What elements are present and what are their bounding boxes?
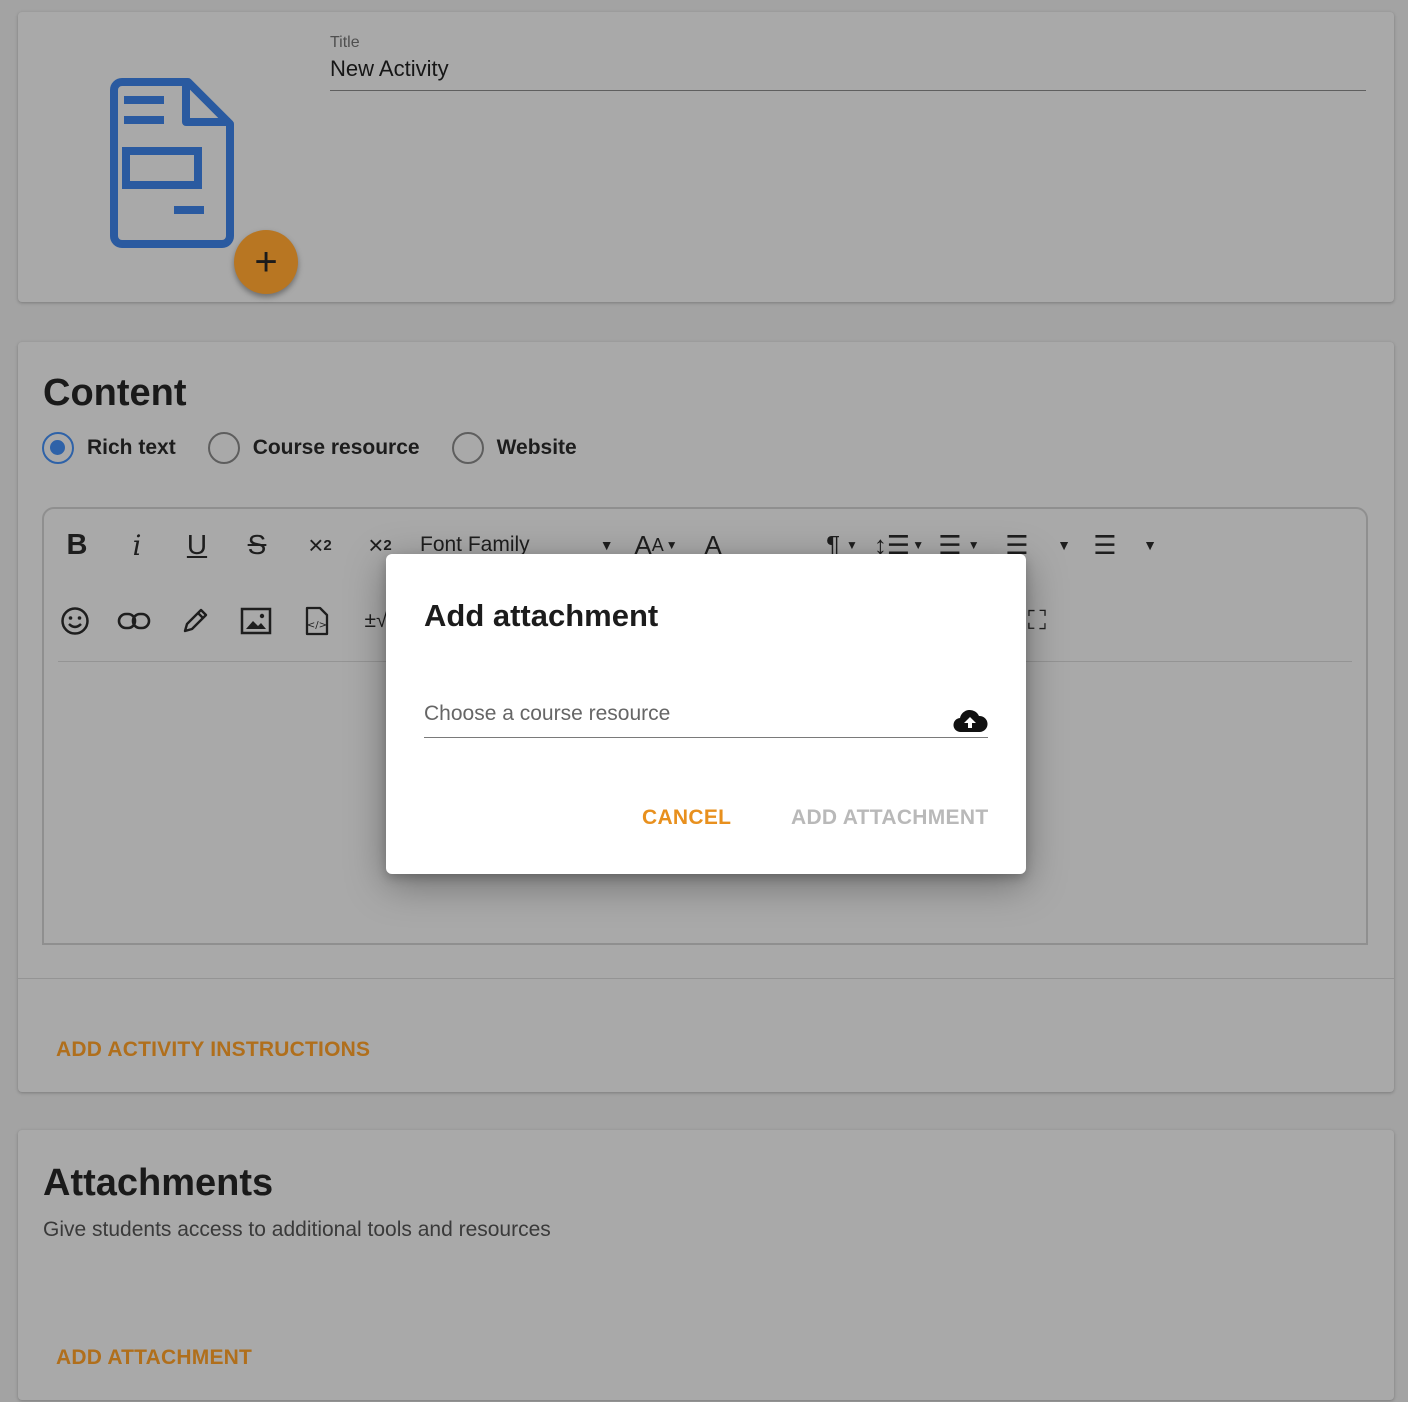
attachments-card: Attachments Give students access to addi… — [18, 1130, 1394, 1400]
dialog-title: Add attachment — [424, 598, 659, 633]
content-heading: Content — [43, 372, 187, 414]
course-resource-input[interactable]: Choose a course resource — [424, 700, 988, 738]
radio-website[interactable]: Website — [451, 432, 577, 464]
radio-label: Rich text — [87, 436, 176, 459]
card-divider — [18, 978, 1394, 979]
radio-unchecked-icon — [207, 432, 240, 464]
radio-checked-icon — [42, 432, 74, 464]
file-code-icon[interactable]: </> — [302, 601, 332, 641]
link-icon[interactable] — [116, 601, 152, 641]
pencil-icon[interactable] — [178, 601, 212, 641]
radio-course-resource[interactable]: Course resource — [207, 432, 420, 464]
attachments-subtitle: Give students access to additional tools… — [43, 1218, 551, 1241]
radio-label: Website — [496, 436, 577, 459]
title-input[interactable]: New Activity — [330, 56, 1366, 91]
plus-icon: + — [254, 240, 278, 284]
confirm-add-attachment-button[interactable]: ADD ATTACHMENT — [791, 806, 988, 830]
fullscreen-icon[interactable]: ⛶ — [1022, 601, 1052, 641]
add-image-button[interactable]: + — [234, 230, 298, 294]
emoji-icon[interactable] — [58, 601, 92, 641]
bold-icon[interactable]: B — [62, 525, 92, 565]
radio-unchecked-icon — [451, 432, 484, 464]
course-resource-placeholder: Choose a course resource — [424, 702, 671, 725]
add-activity-instructions-button[interactable]: ADD ACTIVITY INSTRUCTIONS — [56, 1038, 370, 1062]
subscript-icon[interactable]: × 2 — [302, 525, 338, 565]
chevron-down-icon: ▼ — [599, 537, 614, 553]
attachments-heading: Attachments — [43, 1162, 274, 1204]
add-attachment-button[interactable]: ADD ATTACHMENT — [56, 1346, 252, 1370]
underline-icon[interactable]: U — [182, 525, 212, 565]
add-attachment-dialog: Add attachment Choose a course resource … — [386, 554, 1026, 874]
image-icon[interactable] — [238, 601, 274, 641]
radio-rich-text[interactable]: Rich text — [42, 432, 176, 464]
document-icon — [110, 78, 234, 248]
content-type-radio-group: Rich text Course resource Website — [42, 432, 609, 464]
italic-icon[interactable]: i — [122, 525, 152, 565]
strikethrough-icon[interactable]: S — [242, 525, 272, 565]
title-field[interactable]: Title New Activity — [330, 34, 1366, 91]
svg-text:</>: </> — [307, 620, 327, 631]
cancel-button[interactable]: CANCEL — [642, 806, 731, 830]
activity-header-card: + Title New Activity — [18, 12, 1394, 302]
cloud-upload-icon[interactable] — [952, 708, 988, 734]
radio-label: Course resource — [252, 436, 420, 459]
unordered-list-icon[interactable]: ☰ — [1088, 525, 1122, 565]
chevron-down-icon[interactable]: ▼ — [1054, 525, 1074, 565]
title-label: Title — [330, 34, 360, 51]
chevron-down-icon[interactable]: ▼ — [1140, 525, 1160, 565]
